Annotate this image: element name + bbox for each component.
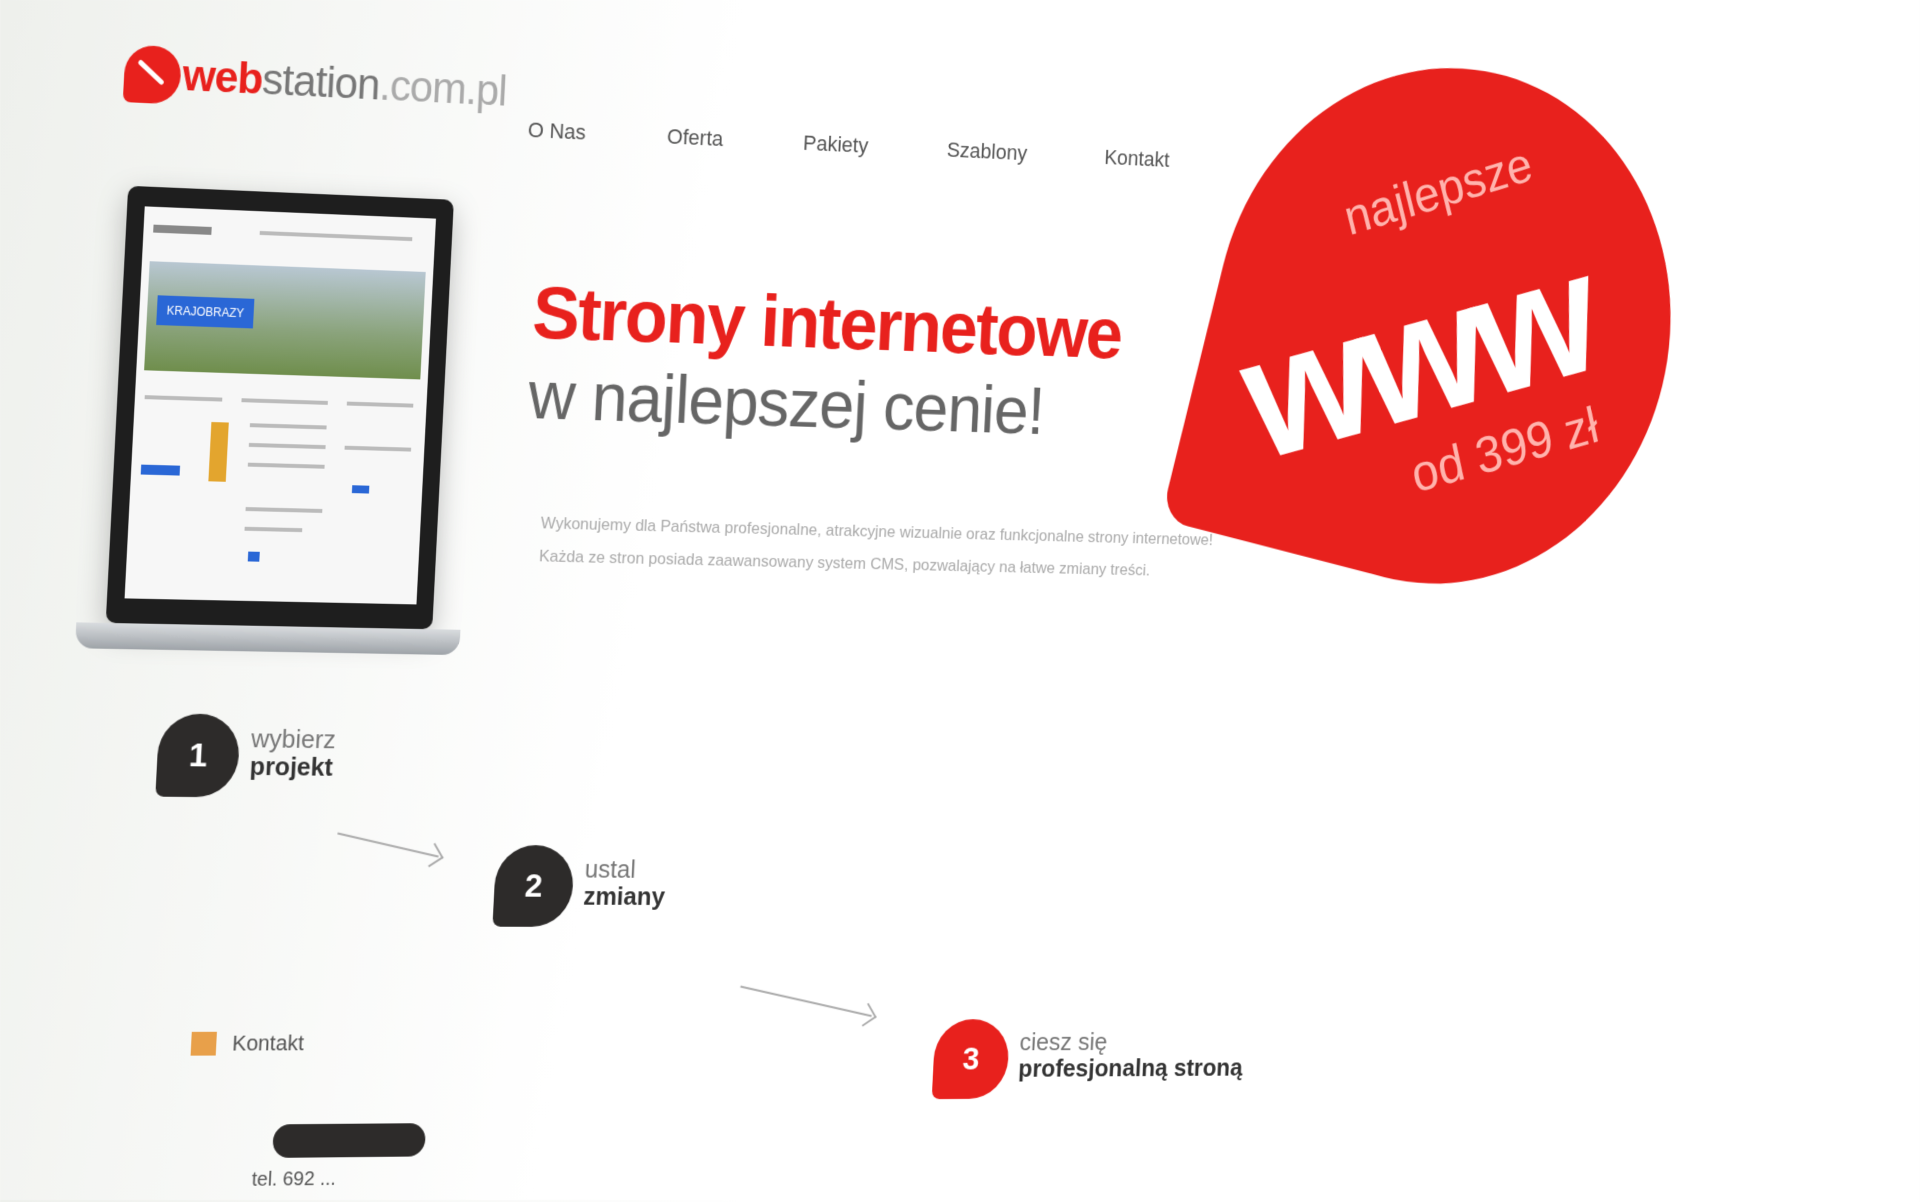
step-1: 1 wybierz projekt — [155, 713, 337, 798]
main-nav: O Nas Oferta Pakiety Szablony Kontakt — [527, 117, 1170, 172]
mini-button — [140, 464, 181, 476]
mini-text-line — [344, 445, 412, 452]
laptop-screen: KRAJOBRAZY — [124, 206, 436, 605]
logo-mark-icon — [122, 44, 183, 105]
nav-item-szablony[interactable]: Szablony — [946, 138, 1027, 166]
mini-banner-label: KRAJOBRAZY — [156, 295, 255, 329]
mini-text-line — [248, 442, 326, 450]
step-3-text: ciesz się profesjonalną stroną — [1017, 1027, 1245, 1083]
mini-nav-bar — [259, 230, 413, 242]
hero-headline: Strony internetowe w najlepszej cenie! — [527, 271, 1124, 452]
step-3-line-2: profesjonalną stroną — [1017, 1053, 1244, 1083]
step-2-text: ustal zmiany — [582, 854, 667, 911]
mini-text-line — [346, 401, 414, 408]
promo-badge[interactable]: najlepsze www od 399 zł — [1160, 12, 1722, 634]
mini-product-image — [208, 422, 229, 482]
page: webstation.com.pl O Nas Oferta Pakiety S… — [0, 0, 1722, 1202]
laptop-screen-frame: KRAJOBRAZY — [105, 185, 454, 630]
step-1-line-1: wybierz — [250, 723, 337, 755]
mini-logo — [153, 224, 212, 235]
contact-title: Kontakt — [231, 1030, 305, 1056]
contact-section: Kontakt tel. 692 ... — [190, 1030, 427, 1191]
mini-text-line — [244, 526, 303, 533]
step-1-text: wybierz projekt — [249, 723, 337, 782]
mini-banner-image: KRAJOBRAZY — [144, 261, 426, 380]
logo-web: web — [181, 51, 264, 104]
mini-text-line — [144, 395, 223, 402]
logo-tld: .com.pl — [378, 61, 508, 116]
step-arrow-icon — [337, 832, 439, 858]
mini-text-line — [245, 507, 323, 513]
nav-item-o-nas[interactable]: O Nas — [527, 117, 586, 145]
step-2-line-1: ustal — [584, 854, 637, 884]
step-arrow-icon — [740, 985, 872, 1018]
logo-text: webstation.com.pl — [181, 51, 507, 116]
contact-email-pill[interactable] — [272, 1123, 427, 1158]
step-1-line-2: projekt — [249, 751, 334, 782]
step-2: 2 ustal zmiany — [492, 844, 667, 927]
step-3-line-1: ciesz się — [1019, 1027, 1108, 1056]
step-3: 3 ciesz się profesjonalną stroną — [931, 1019, 1245, 1100]
nav-item-oferta[interactable]: Oferta — [667, 124, 724, 152]
step-2-line-2: zmiany — [582, 881, 666, 911]
nav-item-pakiety[interactable]: Pakiety — [803, 131, 869, 159]
step-1-number-icon: 1 — [155, 713, 241, 798]
step-2-number-icon: 2 — [492, 844, 575, 927]
mini-text-line — [249, 423, 327, 430]
mini-button — [247, 551, 260, 562]
laptop-mockup: KRAJOBRAZY — [74, 185, 473, 659]
mini-text-line — [247, 462, 325, 469]
mini-text-line — [241, 398, 328, 405]
contact-phone[interactable]: tel. 692 ... — [251, 1168, 336, 1192]
logo[interactable]: webstation.com.pl — [122, 29, 509, 136]
step-3-number-icon: 3 — [931, 1019, 1011, 1100]
contact-icon — [190, 1031, 217, 1056]
logo-station: station — [261, 55, 381, 110]
mini-button — [351, 485, 370, 494]
nav-item-kontakt[interactable]: Kontakt — [1104, 145, 1170, 172]
